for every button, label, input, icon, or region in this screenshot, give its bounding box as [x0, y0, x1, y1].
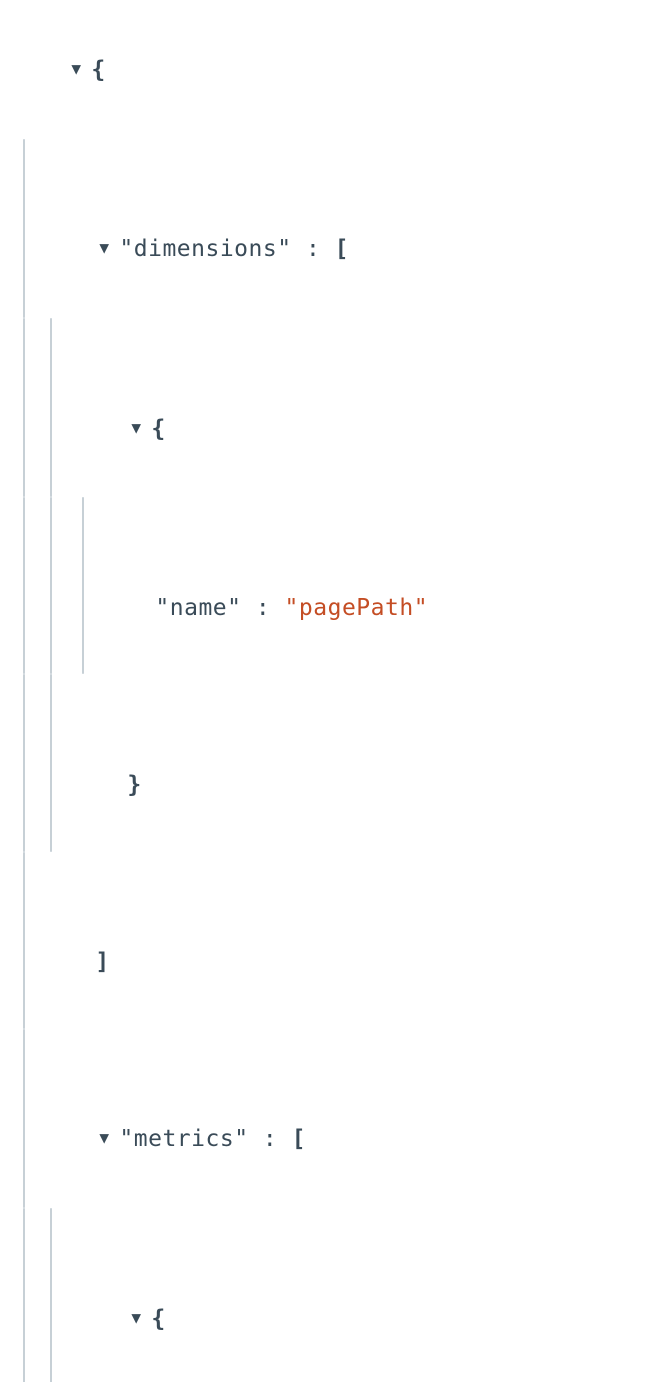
- tree-row[interactable]: ▼"metrics" : [: [4, 1029, 660, 1208]
- tree-row[interactable]: ▼{: [4, 1208, 660, 1382]
- tree-row[interactable]: "name" : "pagePath": [4, 497, 660, 674]
- tree-row[interactable]: ▼{: [4, 318, 660, 497]
- chevron-down-icon[interactable]: ▼: [95, 226, 113, 270]
- tree-row[interactable]: ▼{: [4, 4, 660, 139]
- tree-row[interactable]: }: [4, 674, 660, 851]
- tree-row[interactable]: ]: [4, 852, 660, 1029]
- chevron-down-icon[interactable]: ▼: [127, 406, 145, 450]
- chevron-down-icon[interactable]: ▼: [127, 1296, 145, 1340]
- tree-row[interactable]: ▼"dimensions" : [: [4, 139, 660, 318]
- json-key: dimensions: [134, 236, 277, 262]
- json-string-value: pagePath: [299, 595, 414, 621]
- brace-open: {: [91, 57, 105, 83]
- json-key: metrics: [134, 1126, 234, 1152]
- chevron-down-icon[interactable]: ▼: [67, 47, 85, 91]
- chevron-down-icon[interactable]: ▼: [95, 1116, 113, 1160]
- json-tree-viewer: ▼{ ▼"dimensions" : [ ▼{ "name" : "pagePa…: [0, 0, 660, 1382]
- json-key: name: [170, 595, 227, 621]
